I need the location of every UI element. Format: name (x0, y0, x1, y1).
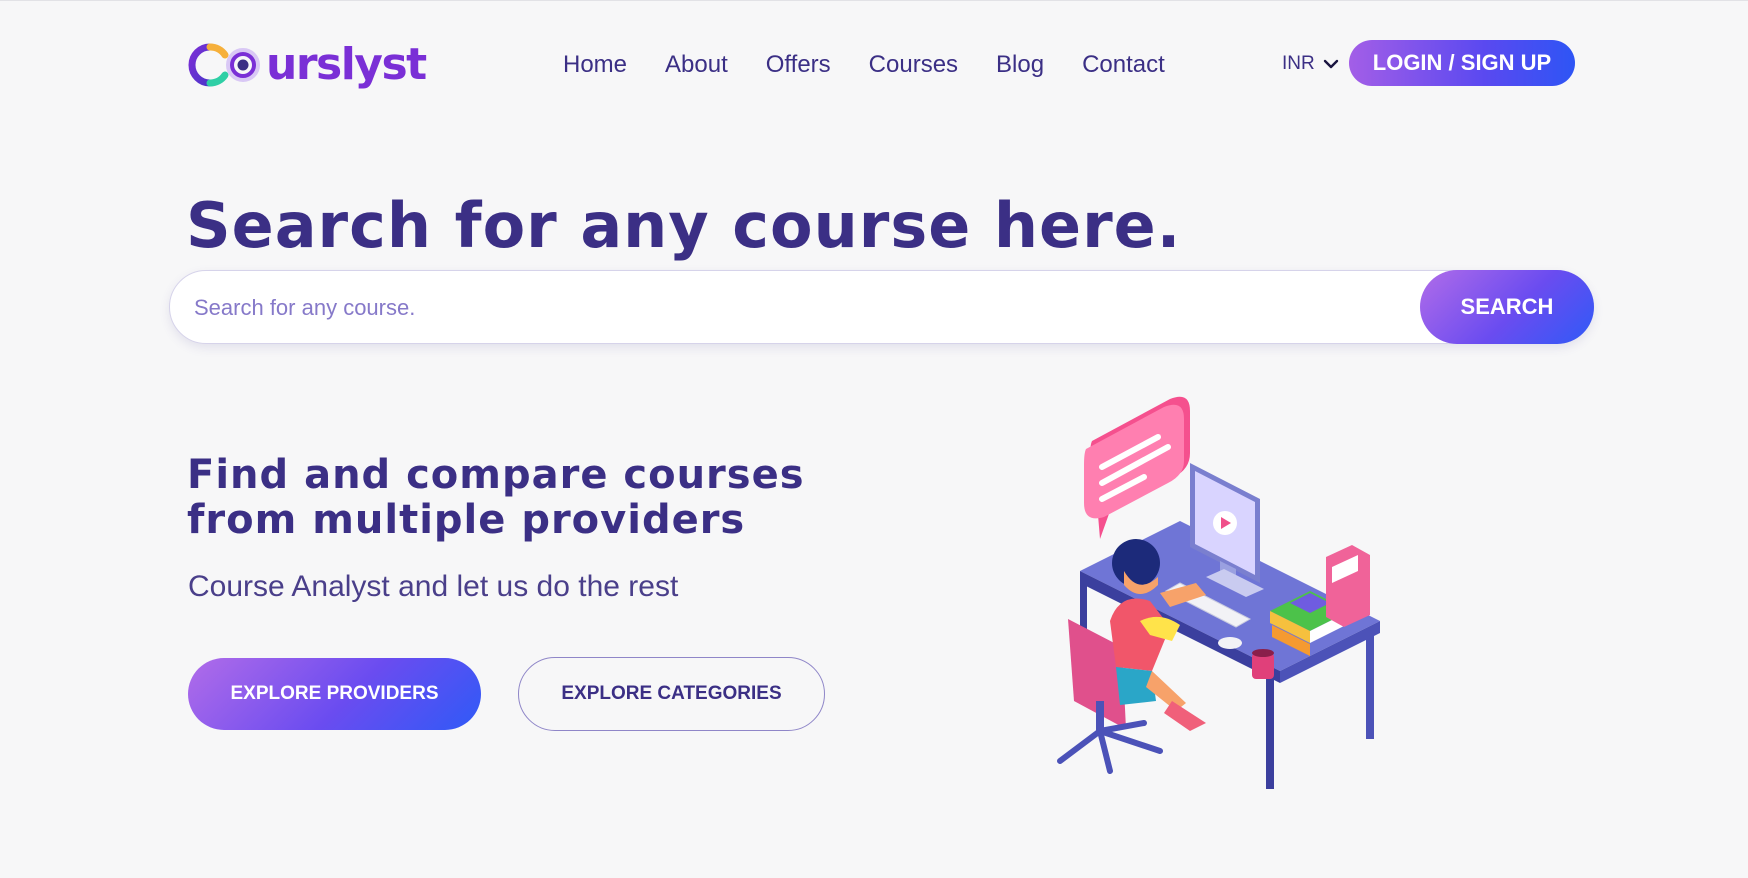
logo-mark-icon (188, 43, 260, 87)
mug-icon (1252, 649, 1274, 679)
login-signup-button[interactable]: LOGIN / SIGN UP (1349, 40, 1575, 86)
currency-label: INR (1282, 53, 1315, 74)
nav-home[interactable]: Home (563, 45, 627, 85)
intro-tagline: Course Analyst and let us do the rest (188, 570, 679, 603)
intro-heading: Find and compare courses from multiple p… (187, 453, 887, 543)
main-nav: Home About Offers Courses Blog Contact (563, 45, 1203, 85)
intro-heading-line2: from multiple providers (187, 497, 746, 543)
explore-categories-button[interactable]: EXPLORE CATEGORIES (518, 657, 825, 731)
logo[interactable]: urslyst (188, 35, 427, 95)
nav-about[interactable]: About (665, 45, 728, 85)
search-bar: SEARCH (169, 270, 1594, 345)
intro-heading-line1: Find and compare courses (187, 452, 805, 498)
mouse-icon (1218, 637, 1242, 649)
explore-providers-button[interactable]: EXPLORE PROVIDERS (188, 658, 481, 730)
page: urslyst Home About Offers Courses Blog C… (0, 0, 1748, 878)
currency-selector[interactable]: INR (1282, 53, 1339, 75)
hero-title: Search for any course here. (186, 189, 1182, 262)
nav-contact[interactable]: Contact (1082, 45, 1165, 85)
search-button[interactable]: SEARCH (1420, 270, 1594, 344)
search-input[interactable] (192, 271, 1376, 345)
chevron-down-icon (1323, 59, 1338, 69)
nav-offers[interactable]: Offers (766, 45, 831, 85)
student-at-desk-illustration (1057, 396, 1380, 789)
nav-courses[interactable]: Courses (869, 45, 958, 85)
logo-text: urslyst (266, 39, 427, 90)
nav-blog[interactable]: Blog (996, 45, 1044, 85)
speech-bubble-icon (1084, 396, 1190, 539)
